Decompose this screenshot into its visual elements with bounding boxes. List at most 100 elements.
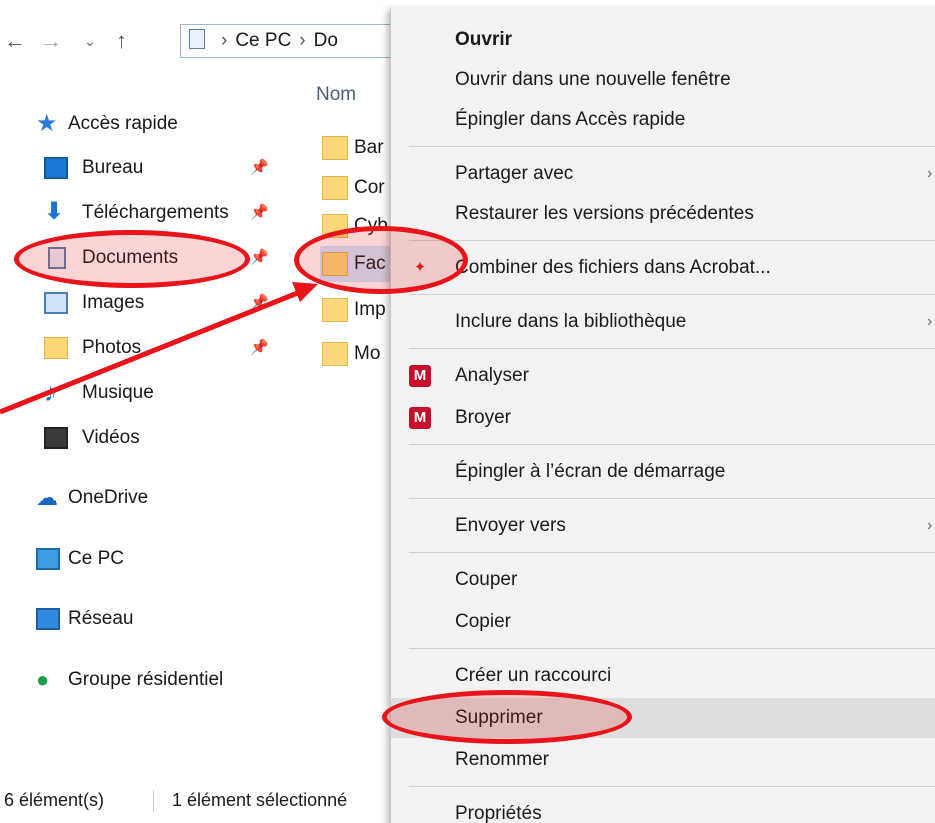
menu-item-combiner-acrobat[interactable]: ✦ Combiner des fichiers dans Acrobat... xyxy=(391,248,935,288)
menu-item-inclure-bibliotheque[interactable]: Inclure dans la bibliothèque › xyxy=(391,302,935,342)
sidebar-item-label: Photos xyxy=(82,337,142,358)
menu-item-label: Partager avec xyxy=(455,163,574,184)
breadcrumb-documents[interactable]: Do xyxy=(314,30,338,51)
sidebar-item-label: Vidéos xyxy=(82,427,140,448)
arrow-left-icon[interactable]: ← xyxy=(4,20,26,62)
menu-separator xyxy=(409,786,935,787)
menu-separator xyxy=(409,552,935,553)
selection-count: 1 élément sélectionné xyxy=(172,790,348,810)
folder-icon xyxy=(322,176,348,200)
chevron-right-icon: › xyxy=(927,517,933,534)
pin-icon[interactable]: 📌 xyxy=(250,193,269,233)
music-icon: ♪ xyxy=(44,377,57,407)
menu-item-epingler-acces-rapide[interactable]: Épingler dans Accès rapide xyxy=(391,100,935,140)
sidebar-item-acces-rapide[interactable]: ★ Accès rapide xyxy=(0,104,290,144)
file-explorer-window: ← → ⌄ ↑ › Ce PC › Do ★ Accès rapide Bureau … xyxy=(0,0,935,823)
sidebar-item-images[interactable]: Images 📌 xyxy=(0,283,290,323)
sidebar-item-photos[interactable]: Photos 📌 xyxy=(0,328,290,368)
folder-icon xyxy=(322,214,348,238)
documents-icon xyxy=(189,29,205,49)
breadcrumb-separator: › xyxy=(221,30,228,51)
mcafee-shield-icon: M xyxy=(409,407,431,429)
sidebar-item-documents[interactable]: Documents 📌 xyxy=(0,238,290,278)
menu-item-epingler-demarrage[interactable]: Épingler à l’écran de démarrage xyxy=(391,452,935,492)
menu-item-label: Ouvrir dans une nouvelle fenêtre xyxy=(455,69,731,90)
sidebar-item-label: Bureau xyxy=(82,157,144,178)
folder-icon xyxy=(322,342,348,366)
menu-item-ouvrir[interactable]: Ouvrir xyxy=(391,20,935,60)
menu-item-label: Renommer xyxy=(455,749,549,770)
menu-separator xyxy=(409,146,935,147)
sidebar-item-reseau[interactable]: Réseau xyxy=(0,599,290,639)
download-icon: ⬇ xyxy=(44,198,65,225)
menu-item-analyser[interactable]: M Analyser xyxy=(391,356,935,396)
chevron-down-icon[interactable]: ⌄ xyxy=(84,20,96,62)
address-bar: ← → ⌄ ↑ › Ce PC › Do xyxy=(0,20,400,62)
pin-icon[interactable]: 📌 xyxy=(250,148,269,188)
breadcrumb-ce-pc[interactable]: Ce PC xyxy=(235,30,291,51)
folder-icon xyxy=(44,337,68,359)
menu-separator xyxy=(409,648,935,649)
menu-item-ouvrir-nouvelle-fenetre[interactable]: Ouvrir dans une nouvelle fenêtre xyxy=(391,60,935,100)
list-item-selected[interactable]: Fac xyxy=(320,246,400,282)
status-divider xyxy=(153,790,154,812)
list-item[interactable]: Mo xyxy=(320,336,400,372)
folder-icon xyxy=(322,136,348,160)
sidebar-item-musique[interactable]: ♪ Musique xyxy=(0,373,290,413)
sidebar-item-label: Réseau xyxy=(68,608,134,629)
sidebar-item-label: OneDrive xyxy=(68,487,149,508)
mcafee-shield-icon: M xyxy=(409,365,431,387)
network-icon xyxy=(36,608,60,630)
menu-item-envoyer-vers[interactable]: Envoyer vers › xyxy=(391,506,935,546)
documents-icon xyxy=(48,247,66,269)
menu-separator xyxy=(409,348,935,349)
menu-separator xyxy=(409,240,935,241)
sidebar-item-videos[interactable]: Vidéos xyxy=(0,418,290,458)
folder-icon xyxy=(322,252,348,276)
menu-item-label: Combiner des fichiers dans Acrobat... xyxy=(455,257,771,278)
list-item[interactable]: Imp xyxy=(320,292,400,328)
sidebar-item-label: Images xyxy=(82,292,145,313)
sidebar-item-label: Musique xyxy=(82,382,154,403)
list-item[interactable]: Cor xyxy=(320,170,400,206)
status-bar: 6 élément(s) 1 élément sélectionné xyxy=(0,778,400,823)
sidebar-item-ce-pc[interactable]: Ce PC xyxy=(0,539,290,579)
menu-item-label: Créer un raccourci xyxy=(455,665,612,686)
menu-item-couper[interactable]: Couper xyxy=(391,560,935,600)
sidebar-item-onedrive[interactable]: ☁ OneDrive xyxy=(0,478,290,518)
pin-icon[interactable]: 📌 xyxy=(250,283,269,323)
menu-item-label: Ouvrir xyxy=(455,29,513,50)
pin-icon[interactable]: 📌 xyxy=(250,238,269,278)
file-name: Cyb xyxy=(354,215,388,236)
images-icon xyxy=(44,292,68,314)
sidebar-item-telechargements[interactable]: ⬇ Téléchargements 📌 xyxy=(0,193,290,233)
arrow-right-icon[interactable]: → xyxy=(40,20,62,62)
item-count: 6 élément(s) xyxy=(4,790,105,810)
menu-item-copier[interactable]: Copier xyxy=(391,602,935,642)
menu-item-proprietes[interactable]: Propriétés xyxy=(391,794,935,823)
list-item[interactable]: Bar xyxy=(320,130,400,166)
column-header-name[interactable]: Nom xyxy=(316,84,356,106)
address-input[interactable]: › Ce PC › Do xyxy=(180,24,400,58)
menu-item-label: Envoyer vers xyxy=(455,515,566,536)
menu-item-partager-avec[interactable]: Partager avec › xyxy=(391,154,935,194)
file-name: Cor xyxy=(354,177,385,198)
menu-item-label: Restaurer les versions précédentes xyxy=(455,203,754,224)
menu-item-label: Inclure dans la bibliothèque xyxy=(455,311,687,332)
sidebar-item-groupe-residentiel[interactable]: ● Groupe résidentiel xyxy=(0,660,290,700)
menu-item-supprimer[interactable]: Supprimer xyxy=(391,698,935,738)
menu-separator xyxy=(409,444,935,445)
list-item[interactable]: Cyb xyxy=(320,208,400,244)
sidebar-item-bureau[interactable]: Bureau 📌 xyxy=(0,148,290,188)
menu-item-creer-raccourci[interactable]: Créer un raccourci xyxy=(391,656,935,696)
menu-item-renommer[interactable]: Renommer xyxy=(391,740,935,780)
video-icon xyxy=(44,427,68,449)
menu-item-restaurer-versions[interactable]: Restaurer les versions précédentes xyxy=(391,194,935,234)
menu-item-label: Supprimer xyxy=(455,707,543,728)
arrow-up-icon[interactable]: ↑ xyxy=(116,20,127,62)
folder-icon xyxy=(322,298,348,322)
menu-item-broyer[interactable]: M Broyer xyxy=(391,398,935,438)
star-icon: ★ xyxy=(36,110,58,137)
menu-separator xyxy=(409,294,935,295)
pin-icon[interactable]: 📌 xyxy=(250,328,269,368)
